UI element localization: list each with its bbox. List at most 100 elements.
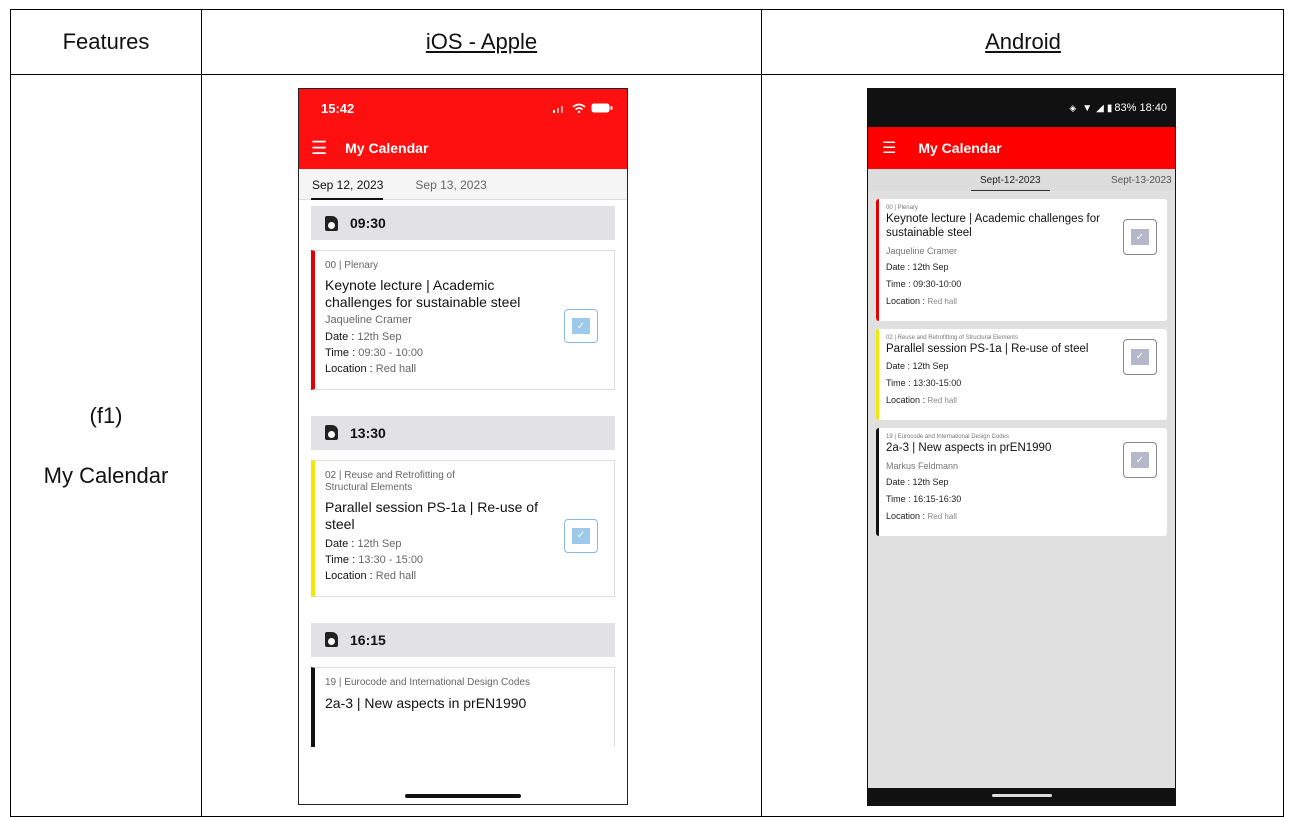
- clock-calendar-icon: [325, 425, 338, 440]
- session-card[interactable]: 00 | Plenary Keynote lecture | Academic …: [311, 250, 615, 390]
- location-value: Red hall: [927, 396, 957, 406]
- calendar-check-icon: ✓: [572, 527, 590, 544]
- tab-sept-13[interactable]: Sept-13-2023: [1111, 175, 1172, 186]
- session-track: 19 | Eurocode and International Design C…: [886, 434, 1009, 441]
- column-divider: [761, 10, 762, 816]
- session-track: 00 | Plenary: [886, 205, 918, 211]
- session-title: 2a-3 | New aspects in prEN1990: [325, 695, 527, 711]
- session-track: 19 | Eurocode and International Design C…: [325, 676, 530, 688]
- battery-icon: ▮: [1106, 102, 1113, 114]
- header-features: Features: [62, 29, 150, 54]
- session-location: Location : Red hall: [325, 570, 604, 582]
- android-status-text: 83% 18:40: [1114, 102, 1167, 114]
- calendar-check-button[interactable]: ✓: [1123, 338, 1157, 375]
- session-track: 00 | Plenary: [325, 260, 379, 271]
- session-location: Location : Red hall: [325, 363, 604, 375]
- feature-cell: (f1) My Calendar: [11, 75, 201, 816]
- calendar-check-icon: ✓: [572, 318, 590, 334]
- clock-calendar-icon: [325, 215, 338, 231]
- ios-screenshot: 15:42 ☰ My Calendar Sep 12, 2023 Sep 13,…: [298, 88, 628, 805]
- date-value: 12th Sep: [357, 330, 402, 343]
- location-label: Location :: [325, 362, 376, 375]
- location-label: Location :: [886, 395, 928, 406]
- time-slot-label: 16:15: [350, 631, 386, 648]
- header-divider: [11, 74, 1283, 75]
- session-date: Date : 12th Sep: [886, 361, 949, 372]
- ios-status-bar: 15:42: [299, 89, 627, 127]
- session-time: Time : 13:30 - 15:00: [325, 554, 604, 566]
- session-track: 02 | Reuse and Retrofitting of Structura…: [325, 469, 455, 494]
- date-value: 12th Sep: [357, 537, 402, 550]
- session-date: Date : 12th Sep: [325, 331, 604, 343]
- vibrate-icon: ◈: [1069, 102, 1077, 113]
- time-slot-header: 09:30: [311, 206, 615, 240]
- battery-icon: [591, 103, 613, 113]
- session-card[interactable]: 02 | Reuse and Retrofitting of Structura…: [311, 459, 615, 597]
- android-date-tabs: Sept-12-2023 Sept-13-2023: [868, 169, 1175, 191]
- session-card[interactable]: 00 | Plenary Keynote lecture | Academic …: [876, 199, 1167, 321]
- signal-icon: [553, 105, 563, 113]
- time-value: 13:30 - 15:00: [358, 553, 424, 566]
- session-card[interactable]: 19 | Eurocode and International Design C…: [311, 666, 615, 747]
- session-speaker: Markus Feldmann: [886, 461, 959, 472]
- session-title: Keynote lecture | Academic challenges fo…: [886, 213, 1100, 239]
- time-slot-label: 13:30: [350, 424, 386, 441]
- session-title: Keynote lecture | Academic challenges fo…: [325, 276, 521, 311]
- session-title: Parallel session PS-1a | Re-use of steel: [325, 498, 538, 533]
- menu-icon[interactable]: ☰: [882, 138, 896, 158]
- location-value: Red hall: [927, 512, 957, 522]
- ios-date-tabs: Sep 12, 2023 Sep 13, 2023: [299, 169, 627, 200]
- session-time: Time : 09:30-10:00: [886, 278, 962, 289]
- session-title: Parallel session PS-1a | Re-use of steel: [886, 342, 1089, 355]
- tab-sept-12[interactable]: Sept-12-2023: [971, 175, 1050, 191]
- calendar-check-button[interactable]: ✓: [1123, 442, 1157, 479]
- session-time: Time : 09:30 - 10:00: [325, 347, 604, 359]
- location-label: Location :: [886, 511, 928, 522]
- calendar-check-icon: ✓: [1131, 348, 1149, 365]
- time-slot-header: 13:30: [311, 415, 615, 450]
- calendar-check-button[interactable]: ✓: [1123, 219, 1157, 255]
- session-date: Date : 12th Sep: [886, 477, 949, 488]
- session-card[interactable]: 02 | Reuse and Retrofitting of Structura…: [876, 328, 1167, 421]
- date-label: Date :: [325, 537, 358, 550]
- session-time: Time : 16:15-16:30: [886, 494, 962, 505]
- time-slot-label: 09:30: [350, 215, 386, 231]
- wifi-icon: [572, 103, 586, 113]
- time-label: Time :: [325, 346, 359, 359]
- session-location: Location : Red hall: [886, 395, 1159, 405]
- location-label: Location :: [886, 295, 928, 306]
- android-status-bar: ◈ ▼ ◢ ▮ 83% 18:40: [868, 89, 1175, 127]
- android-app-bar: ☰ My Calendar: [868, 127, 1175, 169]
- time-value: 09:30 - 10:00: [358, 346, 424, 359]
- ios-app-title: My Calendar: [345, 140, 429, 156]
- session-track: 02 | Reuse and Retrofitting of Structura…: [886, 334, 1018, 341]
- location-value: Red hall: [927, 296, 957, 306]
- ios-app-bar: ☰ My Calendar: [299, 127, 627, 169]
- header-android: Android: [762, 10, 1284, 74]
- calendar-check-button[interactable]: ✓: [564, 518, 598, 553]
- ios-status-icons: [553, 103, 613, 113]
- feature-name: My Calendar: [43, 462, 169, 488]
- header-ios-label: iOS - Apple: [425, 29, 538, 54]
- date-label: Date :: [325, 330, 358, 343]
- time-label: Time :: [325, 553, 359, 566]
- session-speaker: Jaqueline Cramer: [325, 313, 412, 326]
- session-date: Date : 12th Sep: [886, 261, 949, 272]
- feature-code: (f1): [89, 403, 123, 428]
- session-title: 2a-3 | New aspects in prEN1990: [886, 442, 1052, 455]
- android-nav-bar: [868, 788, 1175, 805]
- session-card[interactable]: 19 | Eurocode and International Design C…: [876, 428, 1167, 537]
- tab-sep-13[interactable]: Sep 13, 2023: [397, 178, 500, 199]
- tab-sep-12[interactable]: Sep 12, 2023: [299, 178, 397, 200]
- calendar-check-button[interactable]: ✓: [564, 309, 598, 343]
- calendar-check-icon: ✓: [1131, 452, 1149, 469]
- header-ios: iOS - Apple: [202, 10, 761, 74]
- header-android-label: Android: [985, 29, 1061, 54]
- column-divider: [201, 10, 202, 816]
- wifi-icon: ▼: [1082, 102, 1093, 114]
- time-slot-header: 16:15: [311, 622, 615, 657]
- session-time: Time : 13:30-15:00: [886, 378, 962, 389]
- menu-icon[interactable]: ☰: [311, 138, 327, 159]
- clock-calendar-icon: [325, 632, 338, 647]
- signal-icon: ◢: [1096, 102, 1104, 114]
